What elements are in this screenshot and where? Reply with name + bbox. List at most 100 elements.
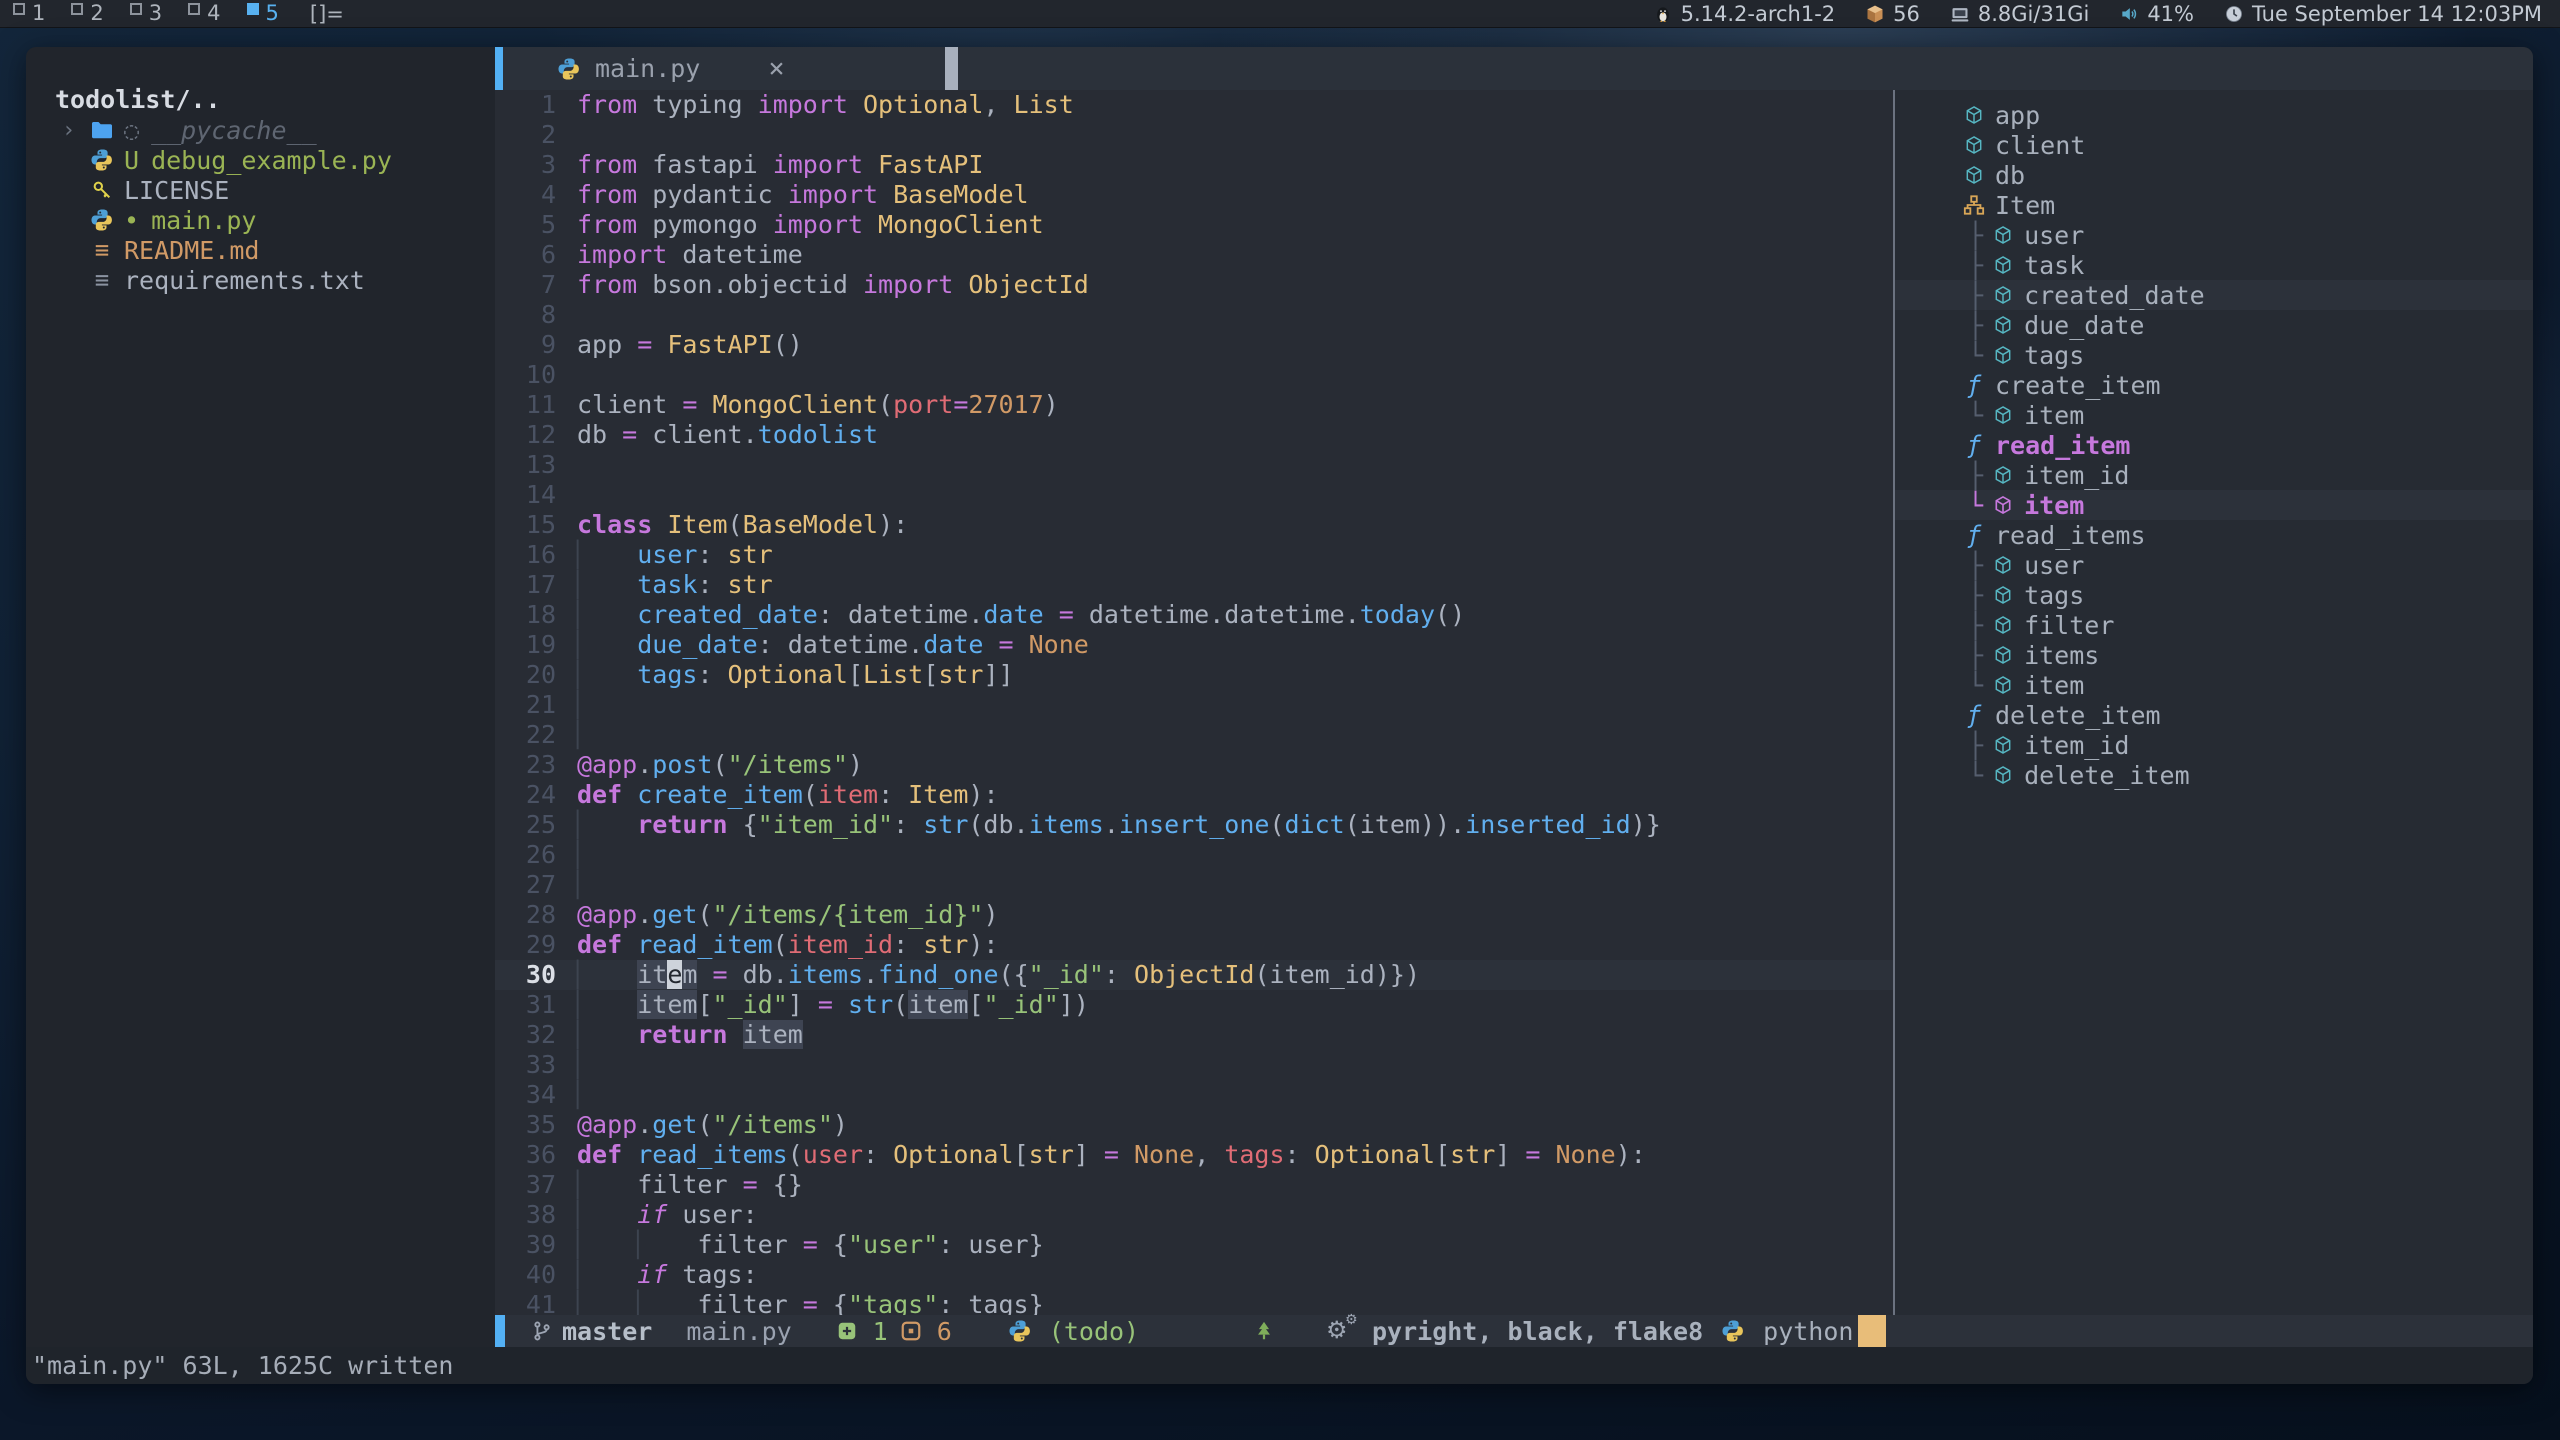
code-line-24[interactable]: 24def create_item(item: Item):	[495, 780, 1893, 810]
code-line-21[interactable]: 21▏	[495, 690, 1893, 720]
outline-item-item[interactable]: └item	[1895, 400, 2533, 430]
line-number: 40	[495, 1260, 556, 1290]
code-line-6[interactable]: 6import datetime	[495, 240, 1893, 270]
workspace-button-3[interactable]: 3	[117, 0, 175, 27]
code-line-38[interactable]: 38▏ if user:	[495, 1200, 1893, 1230]
code-line-20[interactable]: 20▏ tags: Optional[List[str]]	[495, 660, 1893, 690]
code-line-31[interactable]: 31▏ item["_id"] = str(item["_id"])	[495, 990, 1893, 1020]
workspace-indicator-icon	[130, 3, 142, 15]
outline-item-item[interactable]: └item	[1895, 490, 2533, 520]
file-tree-item-pycache[interactable]: ›◌__pycache__	[26, 115, 495, 145]
tree-connector: └	[1968, 491, 1983, 520]
tab-label: main.py	[595, 54, 700, 83]
code-line-25[interactable]: 25▏ return {"item_id": str(db.items.inse…	[495, 810, 1893, 840]
code-line-15[interactable]: 15class Item(BaseModel):	[495, 510, 1893, 540]
tree-connector: ├	[1968, 251, 1983, 280]
outline-item-tags[interactable]: ├tags	[1895, 580, 2533, 610]
file-tree-item-readme-md[interactable]: ≡README.md	[26, 235, 495, 265]
outline-item-created-date[interactable]: ├created_date	[1895, 280, 2533, 310]
code-line-16[interactable]: 16▏ user: str	[495, 540, 1893, 570]
outline-item-items[interactable]: ├items	[1895, 640, 2533, 670]
code-line-19[interactable]: 19▏ due_date: datetime.date = None	[495, 630, 1893, 660]
code-line-17[interactable]: 17▏ task: str	[495, 570, 1893, 600]
code-line-41[interactable]: 41▏ ▏ filter = {"tags": tags}	[495, 1290, 1893, 1315]
file-tree-item-debug-example-py[interactable]: Udebug_example.py	[26, 145, 495, 175]
code-line-11[interactable]: 11client = MongoClient(port=27017)	[495, 390, 1893, 420]
filetype-label: python	[1763, 1317, 1853, 1346]
workspace-button-4[interactable]: 4	[175, 0, 233, 27]
file-tree-root[interactable]: todolist/..	[26, 85, 495, 115]
outline-item-delete-item[interactable]: ƒdelete_item	[1895, 700, 2533, 730]
outline-item-item[interactable]: └item	[1895, 670, 2533, 700]
code-text: client = MongoClient(port=27017)	[556, 390, 1059, 420]
code-line-9[interactable]: 9app = FastAPI()	[495, 330, 1893, 360]
code-line-7[interactable]: 7from bson.objectid import ObjectId	[495, 270, 1893, 300]
code-line-26[interactable]: 26▏	[495, 840, 1893, 870]
code-line-27[interactable]: 27▏	[495, 870, 1893, 900]
package-icon	[1865, 4, 1885, 24]
outline-item-user[interactable]: ├user	[1895, 220, 2533, 250]
code-line-2[interactable]: 2	[495, 120, 1893, 150]
outline-item-task[interactable]: ├task	[1895, 250, 2533, 280]
code-line-12[interactable]: 12db = client.todolist	[495, 420, 1893, 450]
symbol-name: item_id	[2024, 461, 2129, 490]
outline-item-filter[interactable]: ├filter	[1895, 610, 2533, 640]
symbol-name: created_date	[2024, 281, 2205, 310]
code-line-5[interactable]: 5from pymongo import MongoClient	[495, 210, 1893, 240]
file-tree-item-requirements-txt[interactable]: ≡requirements.txt	[26, 265, 495, 295]
code-text	[556, 120, 577, 150]
code-line-36[interactable]: 36def read_items(user: Optional[str] = N…	[495, 1140, 1893, 1170]
code-line-39[interactable]: 39▏ ▏ filter = {"user": user}	[495, 1230, 1893, 1260]
code-line-13[interactable]: 13	[495, 450, 1893, 480]
outline-item-create-item[interactable]: ƒcreate_item	[1895, 370, 2533, 400]
code-line-23[interactable]: 23@app.post("/items")	[495, 750, 1893, 780]
memory-icon	[1950, 4, 1970, 24]
outline-item-db[interactable]: db	[1895, 160, 2533, 190]
outline-item-app[interactable]: app	[1895, 100, 2533, 130]
git-changed-icon	[900, 1320, 922, 1342]
code-text: ▏ item = db.items.find_one({"_id": Objec…	[556, 960, 1420, 990]
outline-item-due-date[interactable]: ├due_date	[1895, 310, 2533, 340]
outline-item-read-items[interactable]: ƒread_items	[1895, 520, 2533, 550]
code-line-10[interactable]: 10	[495, 360, 1893, 390]
code-line-35[interactable]: 35@app.get("/items")	[495, 1110, 1893, 1140]
code-line-28[interactable]: 28@app.get("/items/{item_id}")	[495, 900, 1893, 930]
code-line-3[interactable]: 3from fastapi import FastAPI	[495, 150, 1893, 180]
code-line-32[interactable]: 32▏ return item	[495, 1020, 1893, 1050]
file-tree-item-main-py[interactable]: •main.py	[26, 205, 495, 235]
code-line-22[interactable]: 22▏	[495, 720, 1893, 750]
file-tree-item-license[interactable]: LICENSE	[26, 175, 495, 205]
code-editor[interactable]: 1from typing import Optional, List23from…	[495, 90, 1893, 1315]
outline-item-delete-item[interactable]: └delete_item	[1895, 760, 2533, 790]
line-number: 22	[495, 720, 556, 750]
outline-item-user[interactable]: ├user	[1895, 550, 2533, 580]
workspace-button-1[interactable]: 1	[0, 0, 58, 27]
code-text: ▏	[556, 1080, 637, 1110]
workspace-button-5[interactable]: 5	[234, 0, 292, 27]
outline-item-item-id[interactable]: ├item_id	[1895, 460, 2533, 490]
outline-item-item[interactable]: Item	[1895, 190, 2533, 220]
tab-main-py[interactable]: main.py ×	[557, 53, 785, 84]
code-text: def read_item(item_id: str):	[556, 930, 998, 960]
code-line-14[interactable]: 14	[495, 480, 1893, 510]
code-line-29[interactable]: 29def read_item(item_id: str):	[495, 930, 1893, 960]
code-line-37[interactable]: 37▏ filter = {}	[495, 1170, 1893, 1200]
outline-item-read-item[interactable]: ƒread_item	[1895, 430, 2533, 460]
code-line-34[interactable]: 34▏	[495, 1080, 1893, 1110]
code-line-4[interactable]: 4from pydantic import BaseModel	[495, 180, 1893, 210]
code-line-8[interactable]: 8	[495, 300, 1893, 330]
code-line-18[interactable]: 18▏ created_date: datetime.date = dateti…	[495, 600, 1893, 630]
outline-item-item-id[interactable]: ├item_id	[1895, 730, 2533, 760]
line-number: 37	[495, 1170, 556, 1200]
code-line-1[interactable]: 1from typing import Optional, List	[495, 90, 1893, 120]
symbol-name: create_item	[1995, 371, 2161, 400]
outline-item-client[interactable]: client	[1895, 130, 2533, 160]
workspace-button-2[interactable]: 2	[58, 0, 116, 27]
code-line-33[interactable]: 33▏	[495, 1050, 1893, 1080]
outline-item-tags[interactable]: └tags	[1895, 340, 2533, 370]
line-number: 2	[495, 120, 556, 150]
code-line-40[interactable]: 40▏ if tags:	[495, 1260, 1893, 1290]
code-line-30[interactable]: 30▏ item = db.items.find_one({"_id": Obj…	[495, 960, 1893, 990]
tab-close-icon[interactable]: ×	[768, 53, 784, 84]
tree-connector: ├	[1968, 221, 1983, 250]
